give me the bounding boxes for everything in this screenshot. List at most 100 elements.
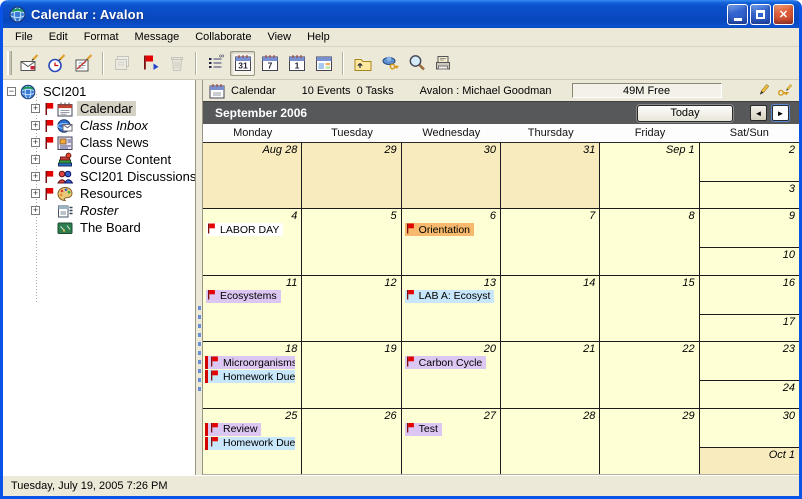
- day-cell[interactable]: 4LABOR DAY: [203, 209, 302, 275]
- week-view-button[interactable]: 7: [257, 51, 282, 76]
- toolbar-grip[interactable]: [7, 51, 12, 75]
- saturday-cell[interactable]: 30: [700, 409, 799, 447]
- day-cell[interactable]: 21: [501, 342, 600, 408]
- day-cell[interactable]: 15: [600, 276, 699, 342]
- unread-flag-icon: [44, 119, 57, 133]
- week-row-4: 18MicroorganismsHomework Due1920Carbon C…: [203, 342, 799, 408]
- day-cell[interactable]: Aug 28: [203, 143, 302, 209]
- expand-icon[interactable]: +: [31, 206, 40, 215]
- day-cell[interactable]: 31: [501, 143, 600, 209]
- expand-icon[interactable]: +: [31, 121, 40, 130]
- event-chip[interactable]: Carbon Cycle: [405, 356, 487, 369]
- day-cell[interactable]: 25ReviewHomework Due: [203, 409, 302, 475]
- event-chip[interactable]: LAB A: Ecosyst: [405, 290, 495, 303]
- new-message-button[interactable]: [17, 51, 42, 76]
- permissions-button[interactable]: [377, 51, 402, 76]
- day-cell[interactable]: 26: [302, 409, 401, 475]
- day-cell[interactable]: 29: [600, 409, 699, 475]
- day-cell[interactable]: 14: [501, 276, 600, 342]
- event-chip[interactable]: Homework Due: [205, 370, 295, 383]
- saturday-cell[interactable]: 16: [700, 276, 799, 314]
- flag-item-button[interactable]: [137, 51, 162, 76]
- new-event-button[interactable]: [44, 51, 69, 76]
- day-cell[interactable]: 27Test: [402, 409, 501, 475]
- status-text: Tuesday, July 19, 2005 7:26 PM: [11, 480, 168, 492]
- tree-item-the-board[interactable]: The Board: [3, 219, 195, 236]
- sunday-cell[interactable]: Oct 1: [700, 447, 799, 474]
- day-cell[interactable]: 11Ecosystems: [203, 276, 302, 342]
- pane-splitter[interactable]: [196, 80, 203, 475]
- tree-item-calendar[interactable]: +Calendar: [3, 100, 195, 117]
- list-view-button[interactable]: ∞: [203, 51, 228, 76]
- menu-collaborate[interactable]: Collaborate: [187, 29, 259, 45]
- tree-item-sci201-discussions[interactable]: +SCI201 Discussions: [3, 168, 195, 185]
- sunday-cell[interactable]: 17: [700, 314, 799, 341]
- day-cell[interactable]: Sep 1: [600, 143, 699, 209]
- new-task-button[interactable]: [71, 51, 96, 76]
- next-month-button[interactable]: ►: [772, 105, 789, 121]
- calendar-header: September 2006 Today ◄ ►: [203, 101, 799, 124]
- menu-view[interactable]: View: [259, 29, 299, 45]
- multi-view-button[interactable]: [311, 51, 336, 76]
- expand-icon[interactable]: +: [31, 155, 40, 164]
- expand-icon[interactable]: +: [31, 138, 40, 147]
- day-cell[interactable]: 20Carbon Cycle: [402, 342, 501, 408]
- saturday-cell[interactable]: 2: [700, 143, 799, 181]
- minimize-button[interactable]: [727, 4, 748, 25]
- date-number: 30: [700, 409, 799, 422]
- sunday-cell[interactable]: 10: [700, 247, 799, 274]
- sunday-cell[interactable]: 3: [700, 181, 799, 208]
- tree-item-resources[interactable]: +Resources: [3, 185, 195, 202]
- permissions-pencil-icon[interactable]: [777, 83, 793, 98]
- print-button[interactable]: [431, 51, 456, 76]
- expand-icon[interactable]: +: [31, 189, 40, 198]
- day-cell[interactable]: 18MicroorganismsHomework Due: [203, 342, 302, 408]
- event-chip[interactable]: Review: [205, 423, 261, 436]
- day-cell[interactable]: 13LAB A: Ecosyst: [402, 276, 501, 342]
- today-button[interactable]: Today: [637, 105, 733, 122]
- prev-month-button[interactable]: ◄: [750, 105, 767, 121]
- maximize-button[interactable]: [750, 4, 771, 25]
- day-cell[interactable]: 29: [302, 143, 401, 209]
- menu-format[interactable]: Format: [76, 29, 127, 45]
- day-header-wednesday: Wednesday: [402, 124, 501, 142]
- date-number: 27: [402, 409, 500, 422]
- event-chip[interactable]: Microorganisms: [205, 356, 295, 369]
- event-chip[interactable]: Ecosystems: [206, 290, 281, 303]
- menu-file[interactable]: File: [7, 29, 41, 45]
- edit-pencil-icon[interactable]: [755, 83, 771, 98]
- day-cell[interactable]: 30: [402, 143, 501, 209]
- event-chip[interactable]: Test: [405, 423, 442, 436]
- day-cell[interactable]: 5: [302, 209, 401, 275]
- tree-item-course-content[interactable]: +Course Content: [3, 151, 195, 168]
- menu-help[interactable]: Help: [299, 29, 338, 45]
- event-chip[interactable]: LABOR DAY: [206, 223, 283, 236]
- folder-up-button[interactable]: [350, 51, 375, 76]
- day-cell[interactable]: 19: [302, 342, 401, 408]
- saturday-cell[interactable]: 9: [700, 209, 799, 247]
- day-cell[interactable]: 22: [600, 342, 699, 408]
- collapse-icon[interactable]: −: [7, 87, 16, 96]
- menu-edit[interactable]: Edit: [41, 29, 76, 45]
- saturday-cell[interactable]: 23: [700, 342, 799, 380]
- menu-message[interactable]: Message: [127, 29, 188, 45]
- sunday-cell[interactable]: 24: [700, 380, 799, 407]
- day-cell[interactable]: 28: [501, 409, 600, 475]
- expand-icon[interactable]: +: [31, 104, 40, 113]
- tree-item-roster[interactable]: +Roster: [3, 202, 195, 219]
- toolbar-separator: [342, 52, 344, 75]
- tree-item-class-news[interactable]: +Class News: [3, 134, 195, 151]
- event-chip[interactable]: Homework Due: [205, 437, 295, 450]
- day-cell[interactable]: 7: [501, 209, 600, 275]
- day-cell[interactable]: 8: [600, 209, 699, 275]
- tree-item-class-inbox[interactable]: +Class Inbox: [3, 117, 195, 134]
- day-cell[interactable]: 6Orientation: [402, 209, 501, 275]
- day-cell[interactable]: 12: [302, 276, 401, 342]
- search-button[interactable]: [404, 51, 429, 76]
- day-view-button[interactable]: 1: [284, 51, 309, 76]
- expand-icon[interactable]: +: [31, 172, 40, 181]
- event-chip[interactable]: Orientation: [405, 223, 474, 236]
- month-view-button[interactable]: 31: [230, 51, 255, 76]
- tree-item-sci201[interactable]: −SCI201: [3, 83, 195, 100]
- close-button[interactable]: ✕: [773, 4, 794, 25]
